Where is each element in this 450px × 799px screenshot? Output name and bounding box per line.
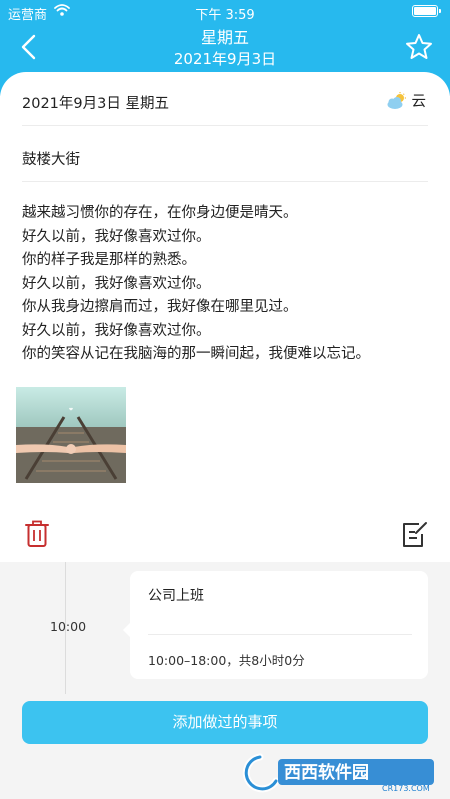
favorite-button[interactable] [404, 32, 434, 62]
divider [22, 125, 428, 126]
page-title: 星期五 [200, 28, 249, 47]
content-line: 好久以前，我好像喜欢过你。 [22, 322, 211, 339]
timeline-time: 10:00 [50, 619, 87, 634]
watermark-logo-icon: 西西软件园 CR173.COM [242, 753, 434, 793]
edit-button[interactable] [400, 520, 428, 548]
svg-text:CR173.COM: CR173.COM [382, 784, 430, 793]
battery-icon [412, 5, 441, 17]
divider [22, 181, 428, 182]
clock: 下午 3:59 [195, 8, 255, 23]
delete-button[interactable] [24, 520, 50, 548]
add-activity-button[interactable]: 添加做过的事项 [22, 701, 428, 744]
weather-label: 云 [411, 94, 427, 110]
event-duration: 10:00–18:00，共8小时0分 [148, 653, 305, 668]
trash-icon [25, 520, 49, 547]
content-line: 好久以前，我好像喜欢过你。 [22, 228, 211, 245]
status-bar: 运营商 下午 3:59 [0, 0, 450, 24]
timeline-section: 10:00 公司上班 10:00–18:00，共8小时0分 添加做过的事项 西西… [0, 562, 450, 799]
weather-cloud-icon [387, 92, 406, 109]
photo-railway-hands: ❤ [16, 387, 126, 483]
entry-location: 鼓楼大街 [22, 152, 80, 168]
content-line: 你的笑容从记在我脑海的那一瞬间起，我便难以忘记。 [22, 346, 370, 362]
header-title-group: 星期五 2021年9月3日 [100, 28, 350, 70]
content-line: 越来越习惯你的存在，在你身边便是晴天。 [22, 205, 298, 221]
watermark-logo: 西西软件园 CR173.COM [242, 751, 442, 793]
edit-icon [403, 522, 427, 547]
weather-indicator: 云 [386, 90, 427, 111]
event-title: 公司上班 [148, 588, 204, 604]
svg-text:❤: ❤ [69, 407, 73, 413]
content-line: 你的样子我是那样的熟悉。 [22, 252, 196, 268]
page-subtitle: 2021年9月3日 [173, 50, 277, 68]
entry-date: 2021年9月3日 星期五 [22, 96, 169, 112]
content-line: 你从我身边擦肩而过，我好像在哪里见过。 [22, 299, 298, 315]
star-icon [406, 34, 432, 59]
diary-card: 2021年9月3日 星期五 云 鼓楼大街 越来越习惯你的存在，在你身边便是晴天。… [0, 72, 450, 562]
entry-content: 越来越习惯你的存在，在你身边便是晴天。 好久以前，我好像喜欢过你。 你的样子我是… [22, 202, 432, 367]
back-button[interactable] [14, 32, 44, 62]
back-icon [21, 34, 36, 60]
entry-photo[interactable]: ❤ [16, 387, 126, 483]
content-line: 好久以前，我好像喜欢过你。 [22, 275, 211, 292]
divider [148, 634, 412, 635]
event-card[interactable]: 公司上班 10:00–18:00，共8小时0分 [123, 571, 428, 679]
svg-text:西西软件园: 西西软件园 [284, 762, 369, 783]
